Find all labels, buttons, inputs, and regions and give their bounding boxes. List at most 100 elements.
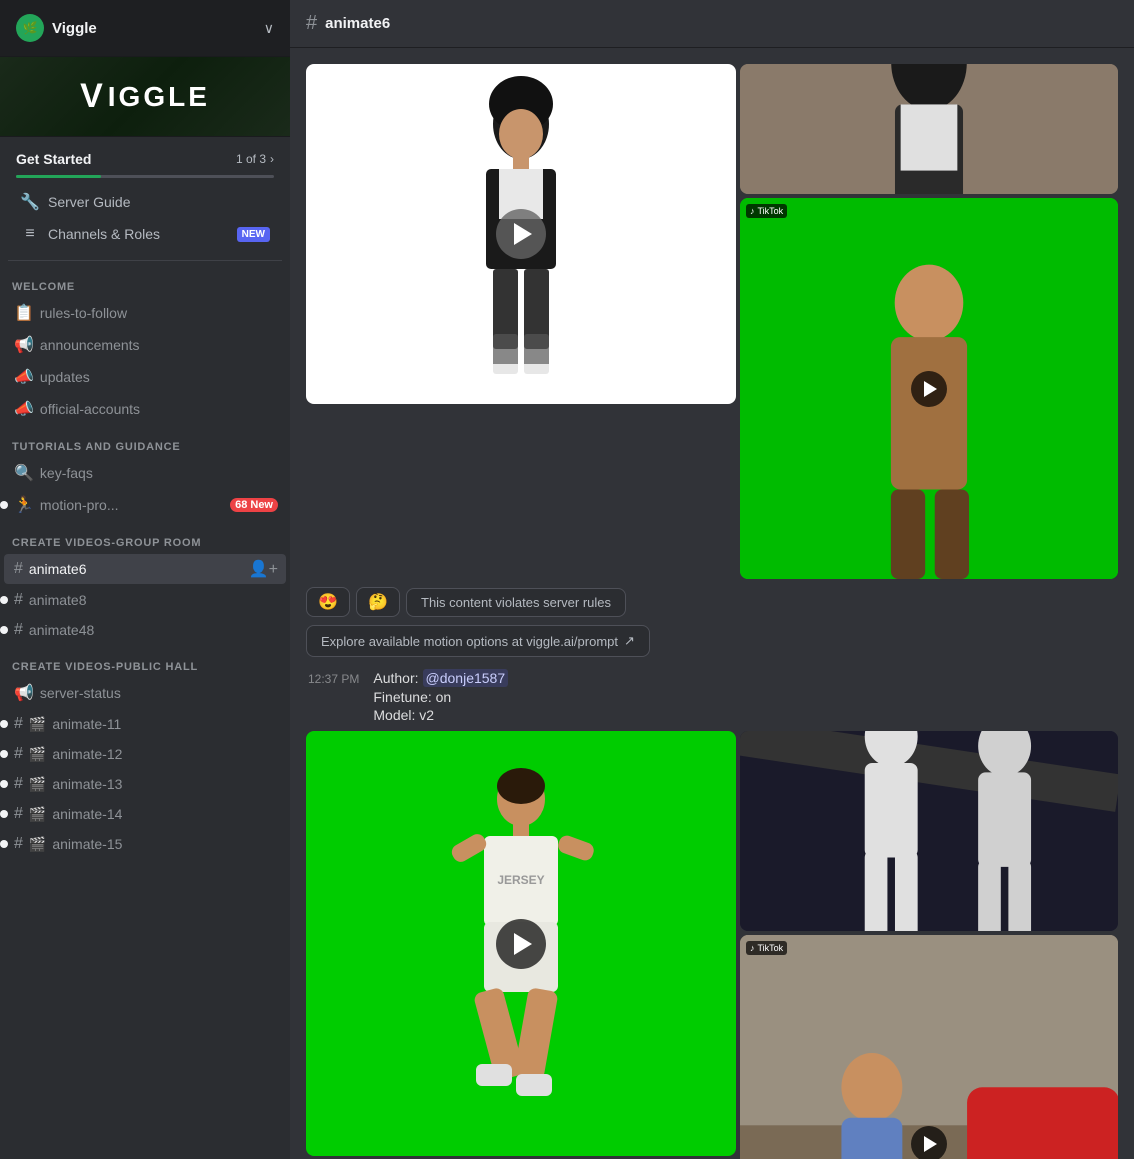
message-author-row: 12:37 PM Author: @donje1587 Finetune: on… [306, 669, 1118, 723]
tiktok-icon: ♪ [750, 206, 755, 216]
media-grid-1: ♪ TikTok [306, 64, 1118, 579]
hash-icon-animate15: # [14, 835, 23, 853]
sidebar-item-server-status[interactable]: 📢 server-status [4, 678, 286, 708]
tiktok-label: TikTok [758, 206, 784, 216]
server-header[interactable]: 🌿 Viggle ∨ [0, 0, 290, 57]
channel-header: # animate6 [290, 0, 1134, 48]
channel-icon-updates: 📣 [14, 367, 34, 387]
motion-badge: 68 New [230, 498, 278, 512]
violation-button-1[interactable]: This content violates server rules [406, 588, 626, 617]
media-thumb-top-1[interactable] [740, 64, 1118, 194]
section-header-tutorials: TUTORIALS AND GUIDANCE [0, 425, 290, 457]
server-guide-icon: 🔧 [20, 192, 40, 212]
media-thumb-sport-1[interactable] [740, 731, 1118, 931]
sidebar-item-animate-14[interactable]: # 🎬 animate-14 [4, 800, 286, 828]
hash-icon-animate14: # [14, 805, 23, 823]
channel-name-animate6: animate6 [29, 561, 243, 577]
hash-icon-animate8: # [14, 591, 23, 609]
channel-icon-rules: 📋 [14, 303, 34, 323]
play-button-thumb-2[interactable] [911, 1126, 947, 1159]
child-thumb [740, 935, 1118, 1159]
sidebar-item-updates[interactable]: 📣 updates [4, 362, 286, 392]
reaction-thinking-1[interactable]: 🤔 [356, 587, 400, 617]
message-author-line: Author: @donje1587 [373, 669, 508, 687]
unread-dot-animate48 [0, 626, 8, 634]
hash-icon-animate12: # [14, 745, 23, 763]
channel-name-animate13: animate-13 [52, 776, 278, 792]
sidebar-item-official-accounts[interactable]: 📣 official-accounts [4, 394, 286, 424]
emoji-animate11: 🎬 [29, 716, 46, 733]
channel-name-animate11: animate-11 [52, 716, 278, 732]
sidebar-item-motion-pro[interactable]: 🏃 motion-pro... 68 New [4, 490, 286, 520]
play-button-thumb-1[interactable] [911, 371, 947, 407]
channel-name-animate15: animate-15 [52, 836, 278, 852]
media-main-2[interactable]: JERSEY [306, 731, 736, 1156]
sidebar-item-rules-to-follow[interactable]: 📋 rules-to-follow [4, 298, 286, 328]
media-main-1[interactable] [306, 64, 736, 404]
sidebar-item-animate-15[interactable]: # 🎬 animate-15 [4, 830, 286, 858]
viggle-logo: V IGGLE [16, 77, 274, 116]
server-name: Viggle [52, 20, 97, 37]
message-info: Author: @donje1587 Finetune: on Model: v… [373, 669, 508, 723]
author-mention: @donje1587 [423, 669, 509, 687]
emoji-animate13: 🎬 [29, 776, 46, 793]
sidebar: 🌿 Viggle ∨ V IGGLE Get Started 1 of 3 › … [0, 0, 290, 1159]
sidebar-item-key-faqs[interactable]: 🔍 key-faqs [4, 458, 286, 488]
section-header-group-room: CREATE VIDEOS-GROUP ROOM [0, 521, 290, 553]
get-started-progress: 1 of 3 › [236, 152, 274, 166]
explore-link-1[interactable]: Explore available motion options at vigg… [306, 625, 650, 657]
svg-text:JERSEY: JERSEY [497, 873, 544, 887]
channels-roles-label: Channels & Roles [48, 226, 160, 242]
unread-dot-animate14 [0, 810, 8, 818]
channel-name-motion: motion-pro... [40, 497, 224, 513]
channel-name-animate14: animate-14 [52, 806, 278, 822]
explore-text-1: Explore available motion options at vigg… [321, 634, 618, 649]
author-label: Author: [373, 670, 418, 686]
add-member-icon[interactable]: 👤+ [249, 559, 278, 579]
message-block-1: ♪ TikTok 😍 🤔 This content violates serve… [306, 64, 1118, 657]
channels-roles-icon: ≡ [20, 225, 40, 243]
hash-icon-animate6: # [14, 560, 23, 578]
finetune-text: Finetune: on [373, 689, 508, 705]
channel-icon-official: 📣 [14, 399, 34, 419]
media-side-2: ♪ TikTok [740, 731, 1118, 1159]
get-started-header: Get Started 1 of 3 › [8, 147, 282, 171]
reaction-row-1: 😍 🤔 This content violates server rules [306, 587, 1118, 617]
emoji-animate12: 🎬 [29, 746, 46, 763]
sidebar-item-animate-12[interactable]: # 🎬 animate-12 [4, 740, 286, 768]
sidebar-item-animate48[interactable]: # animate48 [4, 616, 286, 644]
sidebar-item-animate-13[interactable]: # 🎬 animate-13 [4, 770, 286, 798]
channel-header-hash-icon: # [306, 12, 317, 35]
viggle-banner: V IGGLE [0, 57, 290, 137]
channel-name-updates: updates [40, 369, 278, 385]
tiktok-icon-2: ♪ [750, 943, 755, 953]
messages-area: ♪ TikTok 😍 🤔 This content violates serve… [290, 48, 1134, 1159]
play-button-2[interactable] [496, 919, 546, 969]
section-header-public-hall: CREATE VIDEOS-PUBLIC HALL [0, 645, 290, 677]
media-thumb-child-1[interactable]: ♪ TikTok [740, 935, 1118, 1159]
reaction-love-1[interactable]: 😍 [306, 587, 350, 617]
play-button-1[interactable] [496, 209, 546, 259]
sidebar-item-channels-roles[interactable]: ≡ Channels & Roles NEW [12, 219, 278, 249]
sidebar-item-server-guide[interactable]: 🔧 Server Guide [12, 186, 278, 218]
channel-name-rules: rules-to-follow [40, 305, 278, 321]
external-link-icon-1: ↗ [624, 633, 635, 649]
main-content: # animate6 [290, 0, 1134, 1159]
chevron-down-icon: ∨ [264, 20, 274, 37]
sidebar-item-animate8[interactable]: # animate8 [4, 586, 286, 614]
sidebar-item-announcements[interactable]: 📢 announcements [4, 330, 286, 360]
channel-name-animate12: animate-12 [52, 746, 278, 762]
progress-chevron: › [270, 152, 274, 166]
media-thumb-bottom-1[interactable]: ♪ TikTok [740, 198, 1118, 579]
sidebar-item-animate-11[interactable]: # 🎬 animate-11 [4, 710, 286, 738]
unread-dot-animate13 [0, 780, 8, 788]
media-grid-2: JERSEY [306, 731, 1118, 1159]
viggle-v-letter: V [80, 77, 106, 116]
thumb-figure-dark [740, 64, 1118, 194]
hash-icon-animate11: # [14, 715, 23, 733]
unread-dot-animate11 [0, 720, 8, 728]
hash-icon-animate13: # [14, 775, 23, 793]
sidebar-item-animate6[interactable]: # animate6 👤+ [4, 554, 286, 584]
unread-dot-animate12 [0, 750, 8, 758]
hash-icon-animate48: # [14, 621, 23, 639]
